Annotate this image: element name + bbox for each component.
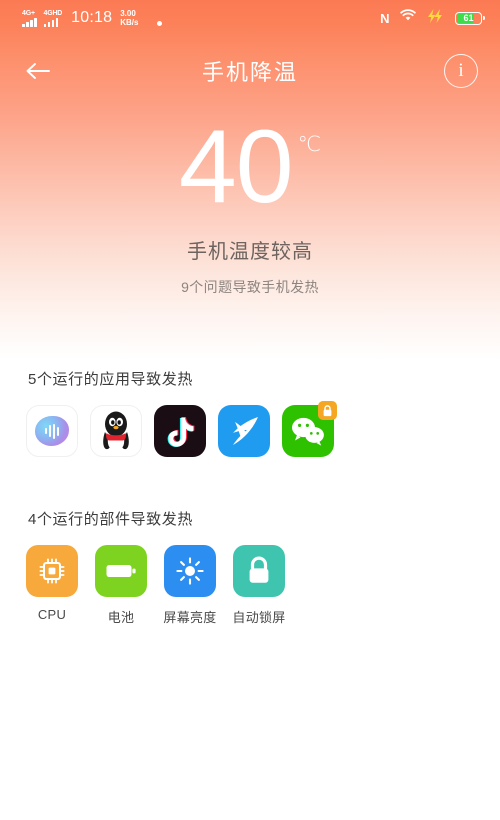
- running-components-title: 4个运行的部件导致发热: [28, 511, 193, 528]
- temperature-value: 40: [178, 109, 294, 225]
- app-item-wechat[interactable]: [282, 401, 337, 457]
- app-item-douyin[interactable]: [154, 405, 206, 457]
- component-item-autolock[interactable]: 自动锁屏: [232, 545, 286, 626]
- network-speed-unit: KB/s: [120, 17, 139, 27]
- component-item-brightness[interactable]: 屏幕亮度: [163, 545, 217, 626]
- sim1-signal-bars-icon: [22, 18, 37, 27]
- app-item-dingtalk[interactable]: [218, 405, 270, 457]
- battery-icon: 61: [455, 11, 485, 25]
- nfc-icon: N: [380, 10, 389, 26]
- sim1-signal: 4G+: [22, 10, 37, 27]
- status-bar: 4G+ 4GHD 10:18 3.00 KB/s N 61: [0, 0, 500, 36]
- status-bar-left: 4G+ 4GHD 10:18 3.00 KB/s: [22, 9, 163, 27]
- info-button[interactable]: i: [444, 54, 478, 88]
- charging-bolt-icon: [427, 8, 444, 28]
- network-speed: 3.00 KB/s: [120, 9, 139, 27]
- battery-percent-label: 61: [463, 13, 474, 23]
- temperature-status-text: 手机温度较高: [187, 240, 313, 263]
- sim2-signal: 4GHD: [43, 10, 63, 27]
- component-label-autolock: 自动锁屏: [232, 610, 286, 625]
- back-arrow-icon: [26, 63, 50, 79]
- phone-screen: 4G+ 4GHD 10:18 3.00 KB/s N 61 手机降温 i 40 …: [0, 0, 500, 820]
- lock-icon: [233, 545, 285, 597]
- lock-badge-icon: [318, 401, 337, 420]
- chat-bubbles-icon: [282, 401, 337, 457]
- wifi-icon: [400, 9, 416, 27]
- wing-icon: [218, 405, 270, 457]
- running-components-list: CPU 电池 屏幕亮度 自动锁屏: [26, 545, 500, 626]
- app-header: 手机降温 i: [0, 44, 500, 98]
- component-item-cpu[interactable]: CPU: [26, 545, 78, 626]
- back-button[interactable]: [18, 51, 58, 91]
- component-label-cpu: CPU: [37, 607, 67, 622]
- running-apps-list: [26, 401, 500, 457]
- brightness-sun-icon: [164, 545, 216, 597]
- app-item-xiaoai[interactable]: [26, 405, 78, 457]
- running-components-section: 4个运行的部件导致发热 CPU 电池 屏幕亮度 自动锁屏: [0, 508, 500, 626]
- temperature-block: 40 ℃ 手机温度较高 9个问题导致手机发热: [0, 109, 500, 297]
- music-note-icon: [154, 405, 206, 457]
- running-apps-section: 5个运行的应用导致发热: [0, 368, 500, 457]
- penguin-icon: [90, 405, 142, 457]
- sim1-network-label: 4G+: [22, 10, 35, 17]
- info-icon: i: [458, 60, 464, 81]
- temperature-reading: 40 ℃: [178, 109, 322, 225]
- component-label-brightness: 屏幕亮度: [163, 610, 217, 625]
- running-apps-title: 5个运行的应用导致发热: [28, 371, 193, 388]
- app-item-qq[interactable]: [90, 405, 142, 457]
- component-item-battery[interactable]: 电池: [95, 545, 147, 626]
- temperature-issue-count: 9个问题导致手机发热: [181, 278, 319, 295]
- status-bar-right: N 61: [380, 8, 485, 28]
- component-label-battery: 电池: [107, 610, 135, 625]
- status-bar-clock: 10:18: [71, 9, 113, 26]
- sim2-signal-bars-icon: [43, 18, 58, 27]
- page-title: 手机降温: [201, 60, 298, 85]
- battery-icon: [95, 545, 147, 597]
- cpu-chip-icon: [26, 545, 78, 597]
- temperature-unit: ℃: [297, 133, 322, 156]
- dot-icon: [157, 21, 163, 26]
- sim2-network-label: 4GHD: [43, 10, 63, 17]
- voice-wave-icon: [26, 405, 78, 457]
